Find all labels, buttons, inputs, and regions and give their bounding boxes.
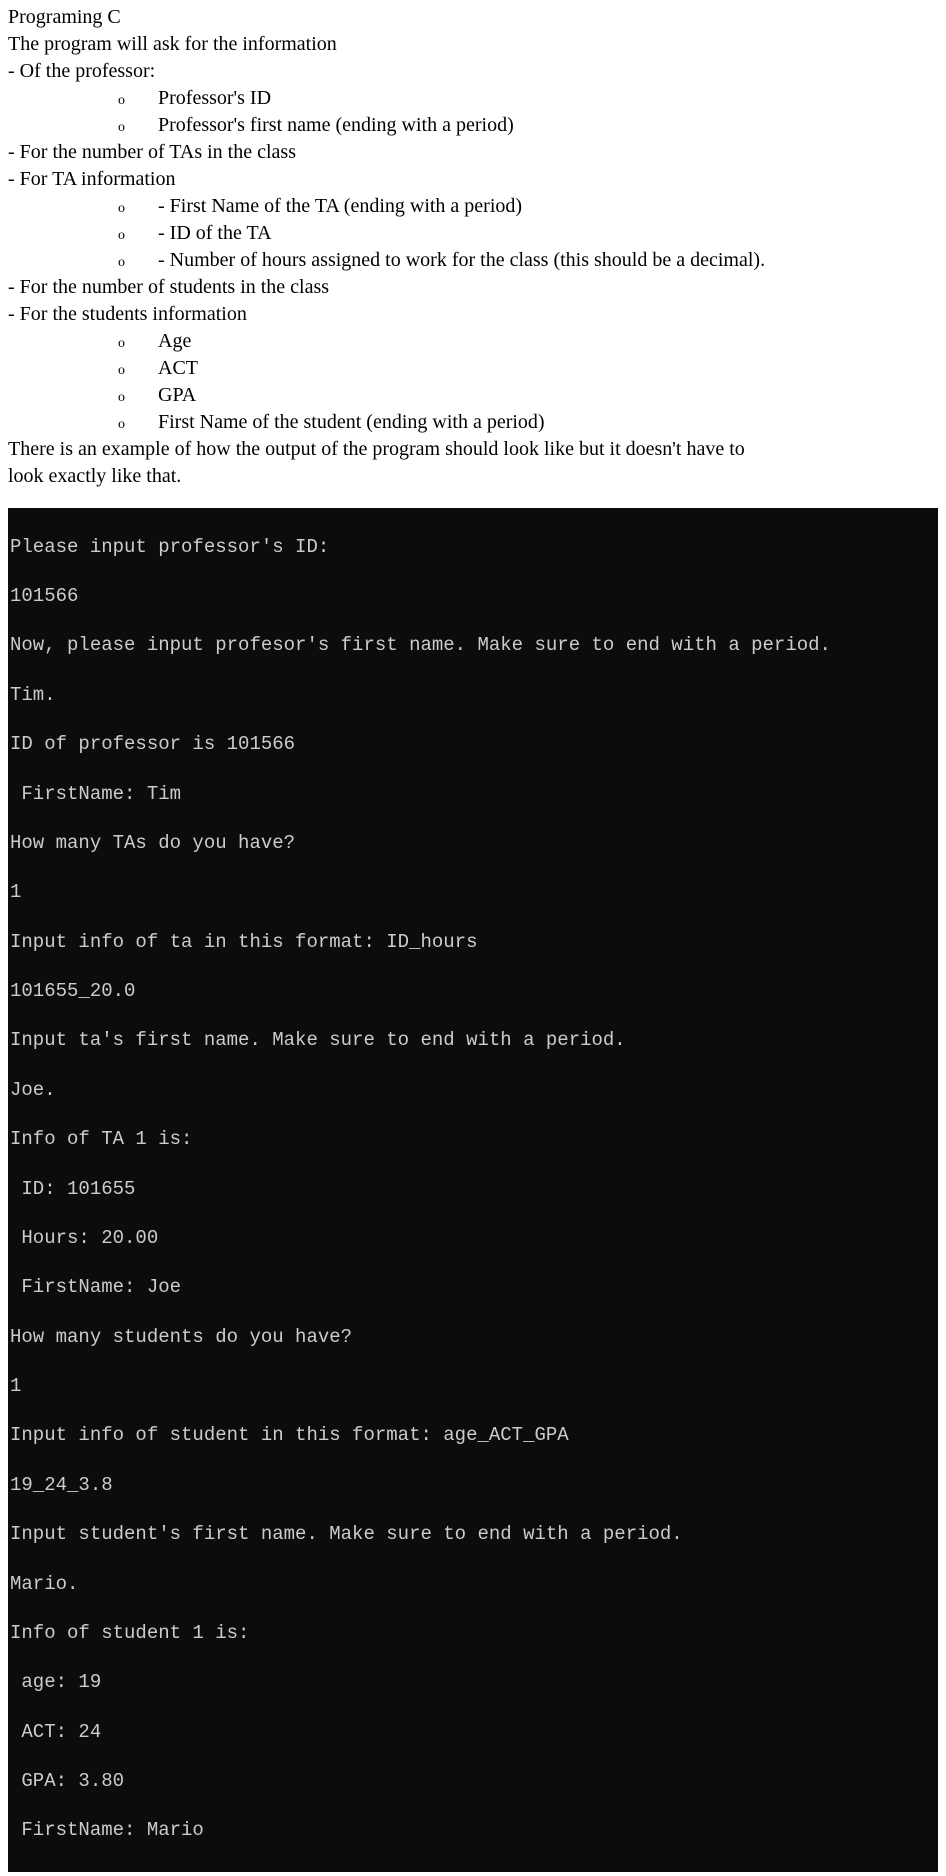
list-text: - ID of the TA	[158, 220, 272, 247]
terminal-line: age: 19	[10, 1670, 936, 1695]
bullet-icon: o	[118, 200, 136, 219]
terminal-line: Input ta's first name. Make sure to end …	[10, 1028, 936, 1053]
terminal-line: GPA: 3.80	[10, 1769, 936, 1794]
prof-list: o Professor's ID o Professor's first nam…	[118, 85, 938, 139]
bullet-icon: o	[118, 389, 136, 408]
terminal-output: Please input professor's ID: 101566 Now,…	[8, 508, 938, 1872]
list-text: GPA	[158, 382, 196, 409]
document-body: Programing C The program will ask for th…	[8, 4, 938, 490]
terminal-line: FirstName: Tim	[10, 782, 936, 807]
bullet-icon: o	[118, 416, 136, 435]
terminal-line: FirstName: Mario	[10, 1818, 936, 1843]
bullet-icon: o	[118, 227, 136, 246]
terminal-line: Mario.	[10, 1572, 936, 1597]
terminal-line: Info of student 1 is:	[10, 1621, 936, 1646]
ta-list: o - First Name of the TA (ending with a …	[118, 193, 938, 274]
list-item: o GPA	[118, 382, 938, 409]
bullet-icon: o	[118, 362, 136, 381]
list-text: - Number of hours assigned to work for t…	[158, 247, 765, 274]
terminal-line: Input student's first name. Make sure to…	[10, 1522, 936, 1547]
ta-header: - For TA information	[8, 166, 938, 193]
list-item: o Professor's ID	[118, 85, 938, 112]
ta-count: - For the number of TAs in the class	[8, 139, 938, 166]
list-item: o - First Name of the TA (ending with a …	[118, 193, 938, 220]
list-text: - First Name of the TA (ending with a pe…	[158, 193, 522, 220]
terminal-line: Input info of ta in this format: ID_hour…	[10, 930, 936, 955]
terminal-line: Tim.	[10, 683, 936, 708]
outro-line-2: look exactly like that.	[8, 463, 938, 490]
prof-header: - Of the professor:	[8, 58, 938, 85]
list-text: Professor's first name (ending with a pe…	[158, 112, 514, 139]
terminal-line: FirstName: Joe	[10, 1275, 936, 1300]
terminal-line: ACT: 24	[10, 1720, 936, 1745]
terminal-line: ID of professor is 101566	[10, 732, 936, 757]
terminal-line: Hours: 20.00	[10, 1226, 936, 1251]
terminal-line: Now, please input profesor's first name.…	[10, 633, 936, 658]
list-text: First Name of the student (ending with a…	[158, 409, 545, 436]
list-text: ACT	[158, 355, 198, 382]
list-text: Age	[158, 328, 191, 355]
terminal-line: 101655_20.0	[10, 979, 936, 1004]
bullet-icon: o	[118, 92, 136, 111]
terminal-line: Please input professor's ID:	[10, 535, 936, 560]
terminal-line: Joe.	[10, 1078, 936, 1103]
list-item: o Professor's first name (ending with a …	[118, 112, 938, 139]
terminal-line: 1	[10, 880, 936, 905]
terminal-line: Info of TA 1 is:	[10, 1127, 936, 1152]
terminal-line: 19_24_3.8	[10, 1473, 936, 1498]
doc-title: Programing C	[8, 4, 938, 31]
terminal-line: 101566	[10, 584, 936, 609]
doc-intro: The program will ask for the information	[8, 31, 938, 58]
terminal-line: How many students do you have?	[10, 1325, 936, 1350]
stu-header: - For the students information	[8, 301, 938, 328]
list-item: o ACT	[118, 355, 938, 382]
terminal-line: 1	[10, 1374, 936, 1399]
stu-list: o Age o ACT o GPA o First Name of the st…	[118, 328, 938, 436]
outro-line-1: There is an example of how the output of…	[8, 436, 938, 463]
terminal-line: How many TAs do you have?	[10, 831, 936, 856]
bullet-icon: o	[118, 335, 136, 354]
bullet-icon: o	[118, 119, 136, 138]
terminal-line: Input info of student in this format: ag…	[10, 1423, 936, 1448]
list-item: o First Name of the student (ending with…	[118, 409, 938, 436]
stu-count: - For the number of students in the clas…	[8, 274, 938, 301]
list-text: Professor's ID	[158, 85, 271, 112]
list-item: o Age	[118, 328, 938, 355]
terminal-line: ID: 101655	[10, 1177, 936, 1202]
list-item: o - ID of the TA	[118, 220, 938, 247]
list-item: o - Number of hours assigned to work for…	[118, 247, 938, 274]
bullet-icon: o	[118, 254, 136, 273]
